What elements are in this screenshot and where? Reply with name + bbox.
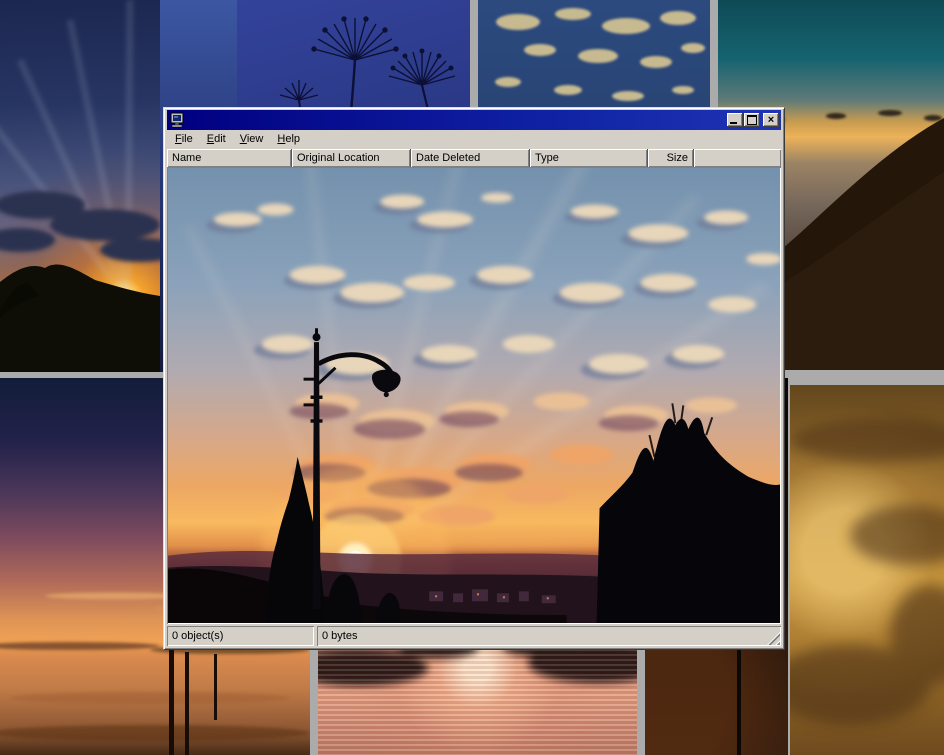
wallpaper-photo-golden-haze bbox=[790, 385, 944, 755]
minimize-button[interactable] bbox=[727, 113, 743, 127]
column-header-type[interactable]: Type bbox=[530, 149, 648, 167]
lake-pole bbox=[214, 654, 217, 720]
file-list-area[interactable] bbox=[167, 167, 781, 624]
column-header-name[interactable]: Name bbox=[167, 149, 292, 167]
maximize-button[interactable] bbox=[744, 113, 760, 127]
sunset-lamp-photo bbox=[168, 168, 780, 623]
lake-pole bbox=[169, 650, 174, 755]
menu-bar: File Edit View Help bbox=[167, 130, 781, 149]
column-header-size[interactable]: Size bbox=[648, 149, 694, 167]
status-byte-count: 0 bytes bbox=[317, 626, 781, 646]
column-header-original-location[interactable]: Original Location bbox=[292, 149, 411, 167]
title-bar[interactable]: × bbox=[167, 110, 781, 130]
menu-help[interactable]: Help bbox=[270, 131, 307, 148]
column-header-date-deleted[interactable]: Date Deleted bbox=[411, 149, 530, 167]
water-ripples bbox=[318, 649, 637, 755]
maximize-icon bbox=[747, 115, 757, 125]
column-header-filler bbox=[694, 149, 781, 167]
close-icon: × bbox=[768, 114, 774, 126]
close-button[interactable]: × bbox=[763, 113, 779, 127]
wallpaper-photo-sunrays bbox=[0, 0, 160, 372]
menu-file[interactable]: File bbox=[168, 131, 200, 148]
status-bar: 0 object(s) 0 bytes bbox=[167, 626, 781, 646]
desktop: × File Edit View Help Name Original Loca… bbox=[0, 0, 944, 755]
menu-edit[interactable]: Edit bbox=[200, 131, 233, 148]
recycle-bin-window: × File Edit View Help Name Original Loca… bbox=[163, 107, 785, 650]
lake-pole bbox=[185, 652, 189, 755]
computer-monitor-icon bbox=[169, 112, 185, 128]
golden-haze-detail bbox=[790, 385, 944, 755]
shore-pole bbox=[737, 648, 741, 755]
sunrays-silhouette bbox=[0, 0, 160, 372]
minimize-icon bbox=[730, 122, 737, 124]
listview-wallpaper-sunset-lamp bbox=[168, 168, 780, 623]
menu-view[interactable]: View bbox=[233, 131, 271, 148]
status-object-count: 0 object(s) bbox=[167, 626, 314, 646]
column-header-row: Name Original Location Date Deleted Type… bbox=[167, 149, 781, 167]
